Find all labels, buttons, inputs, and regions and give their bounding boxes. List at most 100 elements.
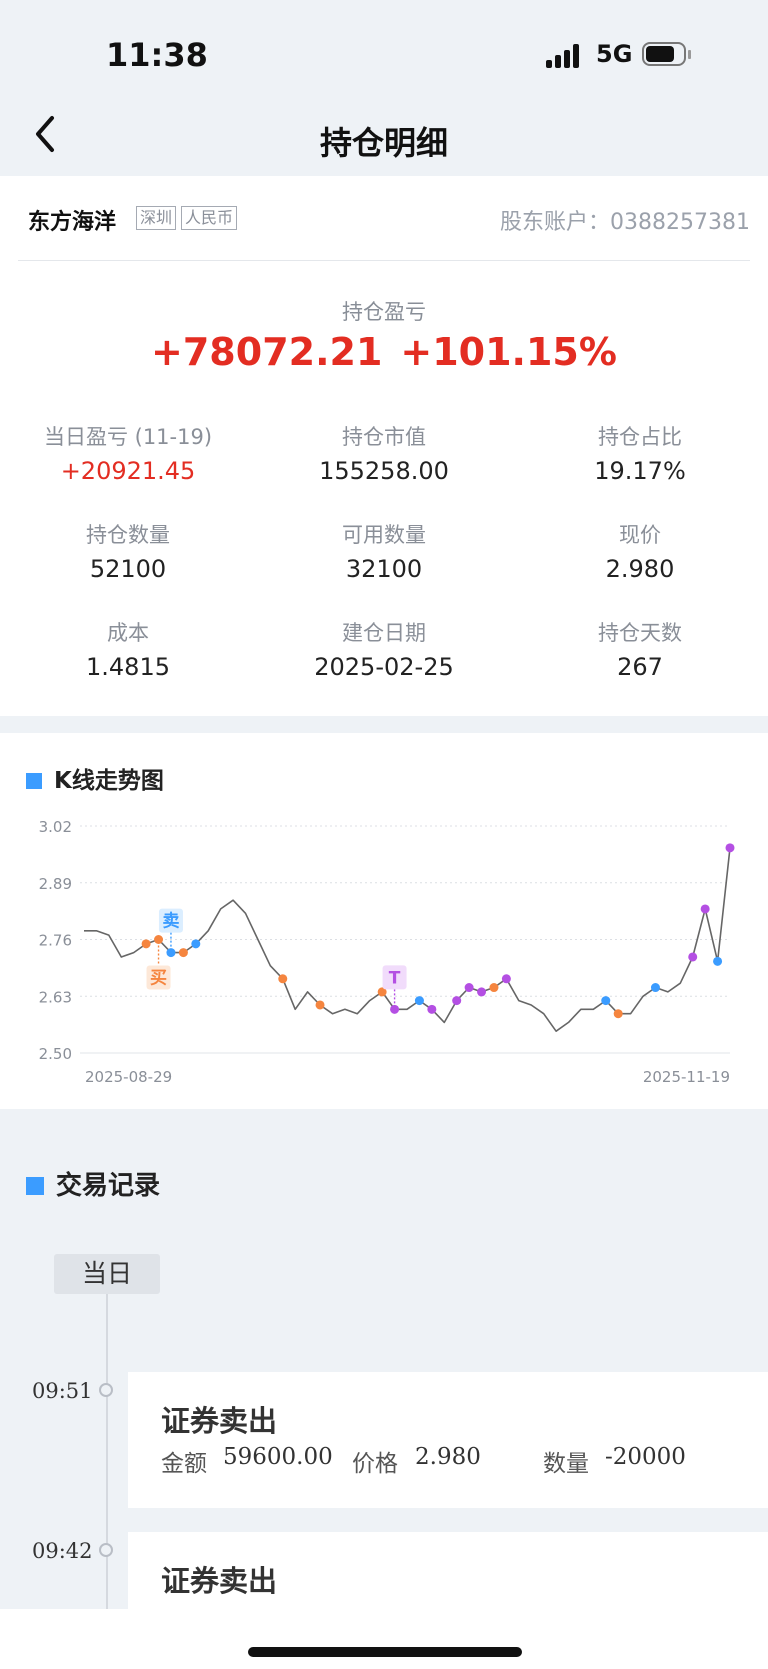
- metric-current-price: 现价 2.980: [512, 518, 768, 586]
- kline-chart-card: K线走势图 3.02 2.89 2.76 2.63 2.50 2025-08-29 2025…: [0, 733, 768, 1109]
- metric-value: 32100: [345, 555, 423, 583]
- stock-name: 东方海洋: [28, 210, 117, 235]
- trade-card[interactable]: 证券卖出 金额 59600.00 价格 2.980 数量 -20000: [128, 1372, 768, 1508]
- trade-marker-sell: [601, 996, 611, 1006]
- metric-value: 19.17%: [594, 457, 686, 485]
- currency-tag: 人民币: [181, 206, 238, 230]
- metric-label: 持仓占比: [598, 425, 682, 449]
- amount-label: 金额: [161, 1451, 207, 1477]
- signal-icon: [546, 44, 582, 68]
- trade-time: 09:51: [32, 1379, 93, 1403]
- trade-marker-sell: [166, 948, 176, 958]
- metric-daily-pl: 当日盈亏 (11-19) +20921.45: [0, 420, 256, 488]
- trade-marker-buy: [489, 983, 499, 993]
- status-bar: 11:38 5G: [0, 0, 768, 100]
- trade-marker-sell: [713, 956, 723, 966]
- trade-marker-sell: [191, 939, 201, 949]
- y-tick-label: 2.50: [39, 1045, 72, 1063]
- position-pl-values: +78072.21 +101.15%: [0, 330, 768, 374]
- metric-label: 建仓日期: [342, 621, 426, 645]
- y-tick-label: 2.76: [39, 932, 72, 950]
- timeline-dot: [99, 1543, 113, 1557]
- trade-marker-t: [427, 1004, 437, 1014]
- trade-marker-t: [725, 843, 735, 853]
- trade-marker-t: [501, 974, 511, 984]
- metric-open-date: 建仓日期 2025-02-25: [256, 616, 512, 684]
- metric-label: 现价: [619, 523, 661, 547]
- page-title: 持仓明细: [319, 124, 448, 162]
- trade-title: 证券卖出: [161, 1404, 278, 1438]
- home-indicator[interactable]: [248, 1647, 522, 1657]
- position-pl-percent: +101.15%: [400, 330, 617, 374]
- y-tick-label: 3.02: [39, 818, 72, 836]
- metric-value: +20921.45: [60, 457, 196, 485]
- trade-marker-t: [700, 904, 710, 914]
- x-tick-label: 2025-08-29: [85, 1068, 172, 1086]
- trade-time: 09:42: [32, 1539, 93, 1563]
- account-info: 股东账户：0388257381: [500, 204, 750, 236]
- trade-marker-buy: [278, 974, 288, 984]
- metric-cost: 成本 1.4815: [0, 616, 256, 684]
- metric-label: 持仓数量: [86, 523, 170, 547]
- trade-title: 证券卖出: [161, 1564, 278, 1598]
- home-bar: [0, 1609, 768, 1669]
- holding-summary-card: 东方海洋 深圳 人民币 股东账户：0388257381 持仓盈亏 +78072.…: [0, 176, 768, 716]
- nav-bar: 持仓明细: [0, 100, 768, 176]
- marker-label: T: [389, 968, 401, 988]
- metric-value: 1.4815: [86, 653, 170, 681]
- position-pl-label: 持仓盈亏: [342, 300, 426, 324]
- trades-section-title: 交易记录: [56, 1171, 161, 1201]
- account-label: 股东账户：: [500, 210, 611, 235]
- metric-market-value: 持仓市值 155258.00: [256, 420, 512, 488]
- metric-quantity: 持仓数量 52100: [0, 518, 256, 586]
- today-badge: 当日: [54, 1254, 160, 1294]
- metric-value: 52100: [89, 555, 167, 583]
- trade-marker-buy: [178, 948, 188, 958]
- marker-label: 卖: [162, 911, 179, 932]
- metric-value: 267: [617, 653, 663, 681]
- status-time: 11:38: [106, 36, 208, 74]
- metric-value: 155258.00: [319, 457, 449, 485]
- market-tag: 深圳: [136, 206, 177, 230]
- battery-icon: [642, 42, 692, 68]
- trade-marker-buy: [141, 939, 151, 949]
- timeline-line: [106, 1294, 108, 1624]
- y-tick-label: 2.89: [39, 875, 72, 893]
- price-value: 2.980: [415, 1444, 481, 1470]
- x-tick-label: 2025-11-19: [643, 1068, 730, 1086]
- trade-marker-t: [464, 983, 474, 993]
- trade-details: 金额 59600.00 价格 2.980 数量 -20000: [161, 1444, 761, 1480]
- metric-label: 可用数量: [342, 523, 426, 547]
- timeline-dot: [99, 1383, 113, 1397]
- metric-available: 可用数量 32100: [256, 518, 512, 586]
- price-label: 价格: [352, 1451, 398, 1477]
- network-type: 5G: [596, 40, 633, 68]
- metric-value: 2.980: [605, 555, 675, 583]
- trade-marker-buy: [315, 1000, 325, 1010]
- y-tick-label: 2.63: [39, 988, 72, 1006]
- trade-marker-t: [390, 1004, 400, 1014]
- trade-marker-sell: [414, 996, 424, 1006]
- kline-chart[interactable]: 3.02 2.89 2.76 2.63 2.50 2025-08-29 2025-11-19…: [0, 733, 768, 1109]
- quantity-value: -20000: [605, 1444, 686, 1470]
- section-marker-icon: [26, 1177, 44, 1195]
- trade-marker-buy: [613, 1009, 623, 1019]
- trade-records: 交易记录 当日 09:51 证券卖出 金额 59600.00 价格 2.980 …: [0, 1109, 768, 1632]
- trade-marker-sell: [650, 983, 660, 993]
- metric-label: 当日盈亏 (11-19): [43, 425, 213, 449]
- metric-position-ratio: 持仓占比 19.17%: [512, 420, 768, 488]
- position-pl-amount: +78072.21: [151, 330, 383, 374]
- metric-label: 持仓天数: [598, 621, 682, 645]
- divider: [18, 260, 750, 261]
- trades-section-header: 交易记录: [26, 1165, 160, 1202]
- amount-value: 59600.00: [223, 1444, 333, 1470]
- metric-label: 成本: [107, 621, 149, 645]
- trade-marker-t: [452, 996, 462, 1006]
- account-number: 0388257381: [610, 210, 750, 235]
- trade-marker-t: [688, 952, 698, 962]
- quantity-label: 数量: [543, 1451, 589, 1477]
- metric-value: 2025-02-25: [314, 653, 454, 681]
- metric-holding-days: 持仓天数 267: [512, 616, 768, 684]
- trade-marker-t: [477, 987, 487, 997]
- trade-marker-buy: [154, 935, 164, 944]
